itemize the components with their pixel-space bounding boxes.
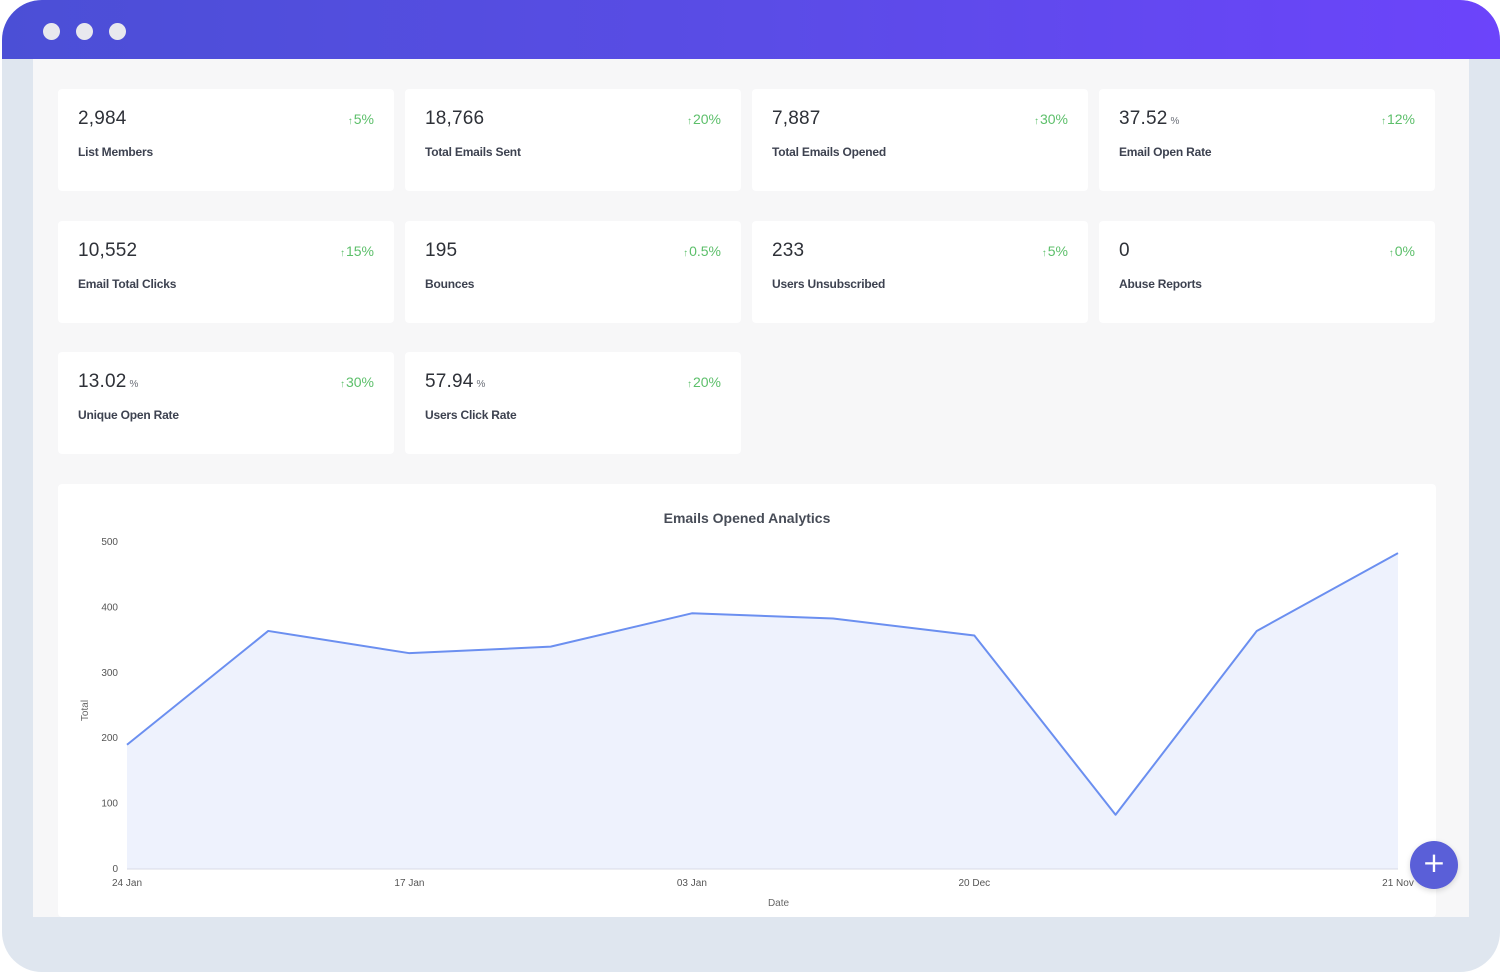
arrow-up-icon: ↑ <box>347 116 353 127</box>
stat-delta-value: 0.5% <box>689 243 721 259</box>
stat-delta: ↑0.5% <box>683 243 721 259</box>
arrow-up-icon: ↑ <box>1388 248 1394 259</box>
stat-card: 2,984 ↑5% List Members <box>58 89 394 191</box>
stat-delta: ↑15% <box>340 243 374 259</box>
stat-delta: ↑30% <box>340 374 374 390</box>
maximize-dot-icon[interactable] <box>109 23 126 40</box>
stat-value: 0 <box>1119 240 1133 262</box>
stat-value: 57.94% <box>425 371 486 393</box>
y-tick-label: 400 <box>101 602 118 613</box>
stat-card: 195 ↑0.5% Bounces <box>405 221 741 323</box>
stat-unit: % <box>129 379 139 390</box>
stat-number: 233 <box>772 240 805 261</box>
stat-delta: ↑12% <box>1381 111 1415 127</box>
arrow-up-icon: ↑ <box>683 248 689 259</box>
stat-value: 2,984 <box>78 108 130 130</box>
stat-label: Total Emails Sent <box>425 145 521 159</box>
stat-delta-value: 30% <box>1039 111 1068 127</box>
stat-value: 195 <box>425 240 460 262</box>
stat-card: 18,766 ↑20% Total Emails Sent <box>405 89 741 191</box>
stat-label: Users Unsubscribed <box>772 277 886 291</box>
stat-label: Unique Open Rate <box>78 408 179 422</box>
stat-value: 10,552 <box>78 240 140 262</box>
stat-number: 0 <box>1119 240 1130 261</box>
stat-label: List Members <box>78 145 153 159</box>
stat-value: 233 <box>772 240 807 262</box>
emails-opened-chart: 0 100 200 300 400 500 24 Jan 17 Jan 03 Jan 20 Dec… <box>80 537 1414 909</box>
stat-delta-value: 0% <box>1394 243 1415 259</box>
arrow-up-icon: ↑ <box>1380 116 1386 127</box>
stat-number: 57.94 <box>425 371 474 392</box>
x-tick-label: 20 Dec <box>958 878 990 889</box>
area-fill <box>127 553 1398 869</box>
stat-card: 233 ↑5% Users Unsubscribed <box>752 221 1088 323</box>
stat-number: 7,887 <box>772 108 821 129</box>
add-button[interactable]: + <box>1410 841 1458 889</box>
x-axis-title: Date <box>768 898 790 909</box>
y-tick-label: 500 <box>101 537 118 548</box>
stat-delta: ↑30% <box>1034 111 1068 127</box>
stat-delta: ↑0% <box>1389 243 1415 259</box>
arrow-up-icon: ↑ <box>686 379 692 390</box>
stat-card: 10,552 ↑15% Email Total Clicks <box>58 221 394 323</box>
stat-number: 13.02 <box>78 371 127 392</box>
emails-opened-chart-card: Emails Opened Analytics 0 100 200 300 400 500… <box>58 484 1436 917</box>
stat-delta-value: 15% <box>345 243 374 259</box>
stat-delta: ↑5% <box>1042 243 1068 259</box>
arrow-up-icon: ↑ <box>686 116 692 127</box>
stat-delta-value: 30% <box>345 374 374 390</box>
arrow-up-icon: ↑ <box>339 248 345 259</box>
stat-card: 57.94% ↑20% Users Click Rate <box>405 352 741 454</box>
stat-delta-value: 5% <box>1047 243 1068 259</box>
stat-delta-value: 5% <box>353 111 374 127</box>
x-tick-label: 17 Jan <box>394 878 424 889</box>
stat-number: 18,766 <box>425 108 485 129</box>
stat-delta-value: 20% <box>692 374 721 390</box>
stat-card: 7,887 ↑30% Total Emails Opened <box>752 89 1088 191</box>
y-tick-label: 300 <box>101 668 118 679</box>
stat-delta: ↑5% <box>348 111 374 127</box>
y-axis-title: Total <box>80 700 91 721</box>
arrow-up-icon: ↑ <box>339 379 345 390</box>
stat-unit: % <box>476 379 486 390</box>
y-tick-label: 100 <box>101 799 118 810</box>
app-window: 2,984 ↑5% List Members 18,766 ↑20% Total Emai… <box>2 0 1500 972</box>
stat-unit: % <box>1170 116 1180 127</box>
stat-number: 10,552 <box>78 240 138 261</box>
stat-label: Total Emails Opened <box>772 145 887 159</box>
plus-icon: + <box>1422 846 1446 879</box>
stat-label: Bounces <box>425 277 475 291</box>
stat-label: Email Total Clicks <box>78 277 177 291</box>
stat-label: Users Click Rate <box>425 408 517 422</box>
stat-delta: ↑20% <box>687 111 721 127</box>
stat-card: 13.02% ↑30% Unique Open Rate <box>58 352 394 454</box>
stat-delta-value: 12% <box>1386 111 1415 127</box>
stat-value: 13.02% <box>78 371 139 393</box>
stat-value: 37.52% <box>1119 108 1180 130</box>
stat-delta-value: 20% <box>692 111 721 127</box>
stat-card: 0 ↑0% Abuse Reports <box>1099 221 1435 323</box>
y-tick-label: 200 <box>101 733 118 744</box>
x-tick-label: 24 Jan <box>112 878 142 889</box>
y-tick-label: 0 <box>112 864 118 875</box>
x-tick-label: 21 Nov <box>1382 878 1414 889</box>
stat-value: 18,766 <box>425 108 487 130</box>
dashboard-content: 2,984 ↑5% List Members 18,766 ↑20% Total Emai… <box>33 59 1469 917</box>
x-tick-label: 03 Jan <box>677 878 707 889</box>
stat-number: 2,984 <box>78 108 127 129</box>
minimize-dot-icon[interactable] <box>76 23 93 40</box>
stat-label: Abuse Reports <box>1119 277 1202 291</box>
stat-delta: ↑20% <box>687 374 721 390</box>
arrow-up-icon: ↑ <box>1041 248 1047 259</box>
arrow-up-icon: ↑ <box>1033 116 1039 127</box>
stat-number: 37.52 <box>1119 108 1168 129</box>
stat-label: Email Open Rate <box>1119 145 1212 159</box>
stat-value: 7,887 <box>772 108 824 130</box>
title-bar <box>2 0 1500 59</box>
stat-number: 195 <box>425 240 458 261</box>
stat-card: 37.52% ↑12% Email Open Rate <box>1099 89 1435 191</box>
close-dot-icon[interactable] <box>43 23 60 40</box>
